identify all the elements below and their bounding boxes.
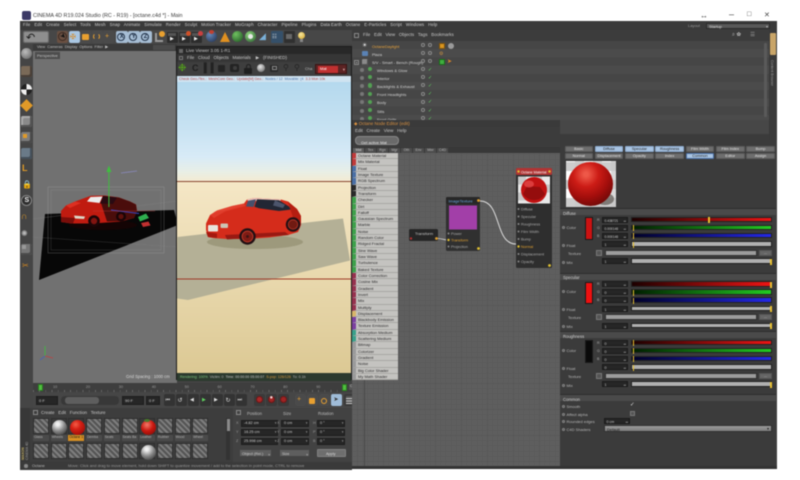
svg-text:Opacity: Opacity <box>521 260 534 264</box>
svg-text:Displacement: Displacement <box>521 253 545 257</box>
svg-text:Diffuse: Diffuse <box>521 208 533 212</box>
svg-text:Bump: Bump <box>521 238 531 242</box>
svg-text:Grid Spacing : 1000 cm: Grid Spacing : 1000 cm <box>126 374 170 379</box>
svg-text:Projection: Projection <box>451 245 468 249</box>
svg-text:Roughness: Roughness <box>521 223 540 227</box>
svg-text:Specular: Specular <box>521 215 537 219</box>
svg-text:Octane Material: Octane Material <box>521 171 547 175</box>
svg-text:Transform: Transform <box>451 239 468 243</box>
svg-text:Transform: Transform <box>415 231 434 236</box>
svg-text:Film Width: Film Width <box>521 230 539 234</box>
svg-text:ImageTexture: ImageTexture <box>449 199 474 204</box>
svg-text:Normal: Normal <box>521 245 533 249</box>
svg-text:Power: Power <box>451 232 462 236</box>
